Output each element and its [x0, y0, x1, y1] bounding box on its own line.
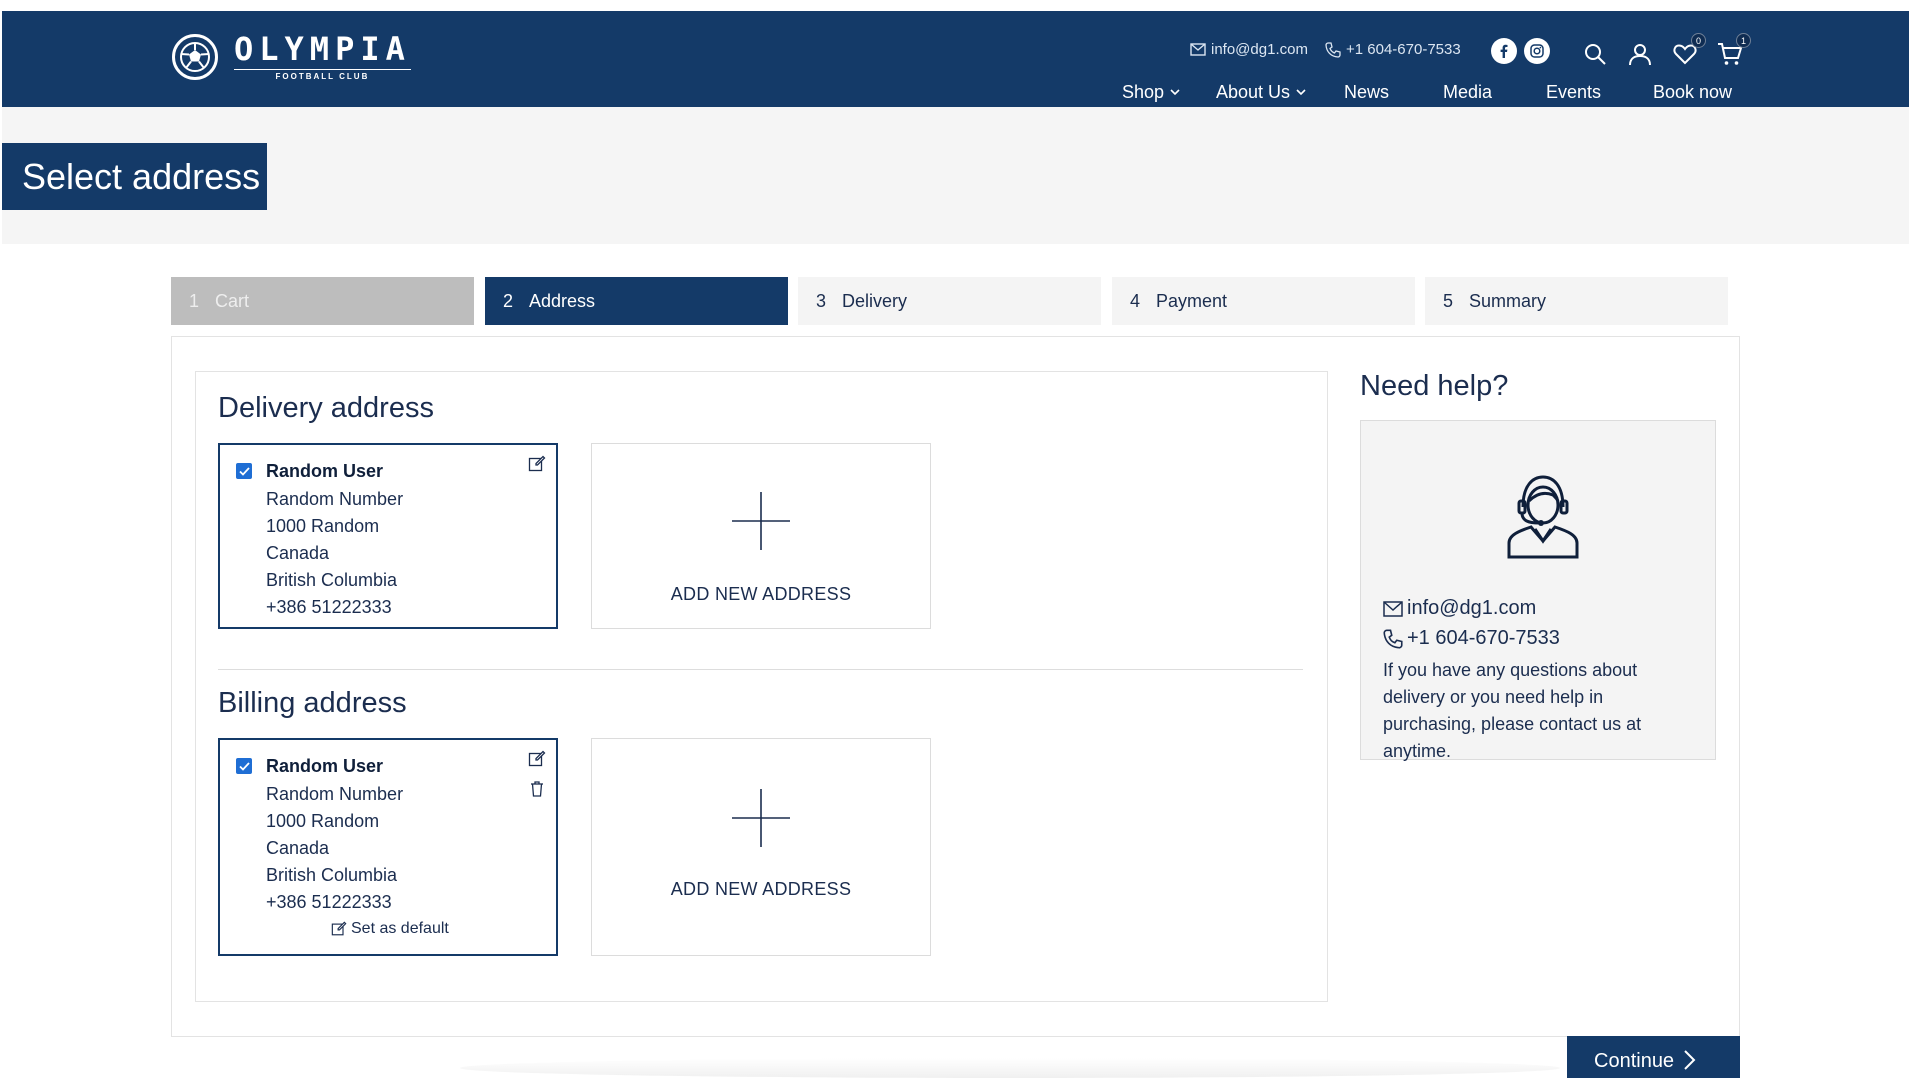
- address-line: +386 51222333: [266, 892, 392, 912]
- help-box: info@dg1.com +1 604-670-7533 If you have…: [1360, 420, 1716, 761]
- nav-item-events[interactable]: Events: [1546, 82, 1601, 103]
- help-email-link[interactable]: info@dg1.com: [1383, 597, 1536, 620]
- address-name: Random User: [266, 756, 384, 776]
- logo[interactable]: OLYMPIA FOOTBALL CLUB: [172, 33, 411, 81]
- chevron-right-icon: [1684, 1050, 1696, 1070]
- logo-name: OLYMPIA: [234, 30, 411, 68]
- nav-item-label: News: [1344, 82, 1390, 102]
- address-line: 1000 Random: [266, 811, 380, 831]
- user-account-icon[interactable]: [1625, 39, 1655, 69]
- header-email: info@dg1.com: [1211, 41, 1308, 58]
- set-as-default-link[interactable]: Set as default: [331, 920, 449, 938]
- delivery-address-title: Delivery address: [218, 392, 434, 424]
- nav-item-about-us[interactable]: About Us: [1216, 82, 1306, 103]
- footer-shadow: [460, 1058, 1560, 1078]
- address-line: British Columbia: [266, 865, 398, 885]
- delivery-address-card[interactable]: Random User Random Number 1000 Random Ca…: [218, 443, 558, 629]
- add-address-label: ADD NEW ADDRESS: [670, 584, 852, 604]
- step-number: 4: [1130, 290, 1141, 311]
- nav-item-label: Media: [1443, 82, 1493, 102]
- nav-item-book-now[interactable]: Book now: [1653, 82, 1732, 103]
- step-label: Delivery: [842, 290, 908, 311]
- address-line: 1000 Random: [266, 516, 380, 536]
- add-billing-address-button[interactable]: ADD NEW ADDRESS: [591, 738, 931, 956]
- cart-count-badge: 1: [1736, 33, 1751, 48]
- plus-icon: [732, 492, 790, 550]
- help-description: If you have any questions about delivery…: [1383, 660, 1642, 761]
- section-divider: [218, 669, 1303, 670]
- address-line: Random Number: [266, 489, 404, 509]
- logo-subtitle: FOOTBALL CLUB: [234, 69, 411, 81]
- phone-icon: [1325, 41, 1341, 58]
- address-line: British Columbia: [266, 570, 398, 590]
- facebook-icon[interactable]: [1491, 38, 1517, 64]
- nav-item-label: Shop: [1122, 82, 1165, 102]
- nav-item-media[interactable]: Media: [1443, 82, 1492, 103]
- phone-icon: [1383, 628, 1403, 649]
- checkout-step-delivery[interactable]: 3 Delivery: [798, 277, 1101, 325]
- nav-item-label: About Us: [1216, 82, 1291, 102]
- step-number: 5: [1443, 290, 1454, 311]
- checkout-step-address[interactable]: 2 Address: [485, 277, 788, 325]
- checkout-step-payment[interactable]: 4 Payment: [1112, 277, 1415, 325]
- mail-icon: [1190, 43, 1206, 56]
- club-crest-icon: [172, 34, 218, 80]
- step-number: 3: [816, 290, 827, 311]
- address-name: Random User: [266, 461, 384, 481]
- nav-item-label: Book now: [1653, 82, 1733, 102]
- continue-label: Continue: [1594, 1050, 1675, 1072]
- header-phone-link[interactable]: +1 604-670-7533: [1325, 41, 1461, 58]
- billing-address-checkbox[interactable]: [236, 758, 252, 774]
- address-line: Canada: [266, 543, 330, 563]
- chevron-down-icon: [1296, 89, 1306, 96]
- checkmark-icon: [238, 466, 250, 476]
- trash-icon[interactable]: [528, 780, 546, 798]
- step-label: Cart: [215, 290, 250, 311]
- delivery-address-checkbox[interactable]: [236, 463, 252, 479]
- search-icon[interactable]: [1580, 39, 1610, 69]
- add-delivery-address-button[interactable]: ADD NEW ADDRESS: [591, 443, 931, 629]
- address-line: Canada: [266, 838, 330, 858]
- step-label: Payment: [1156, 290, 1228, 311]
- cart-icon[interactable]: 1: [1715, 33, 1751, 69]
- help-phone: +1 604-670-7533: [1407, 627, 1560, 649]
- billing-address-title: Billing address: [218, 687, 407, 719]
- help-phone-link[interactable]: +1 604-670-7533: [1383, 627, 1560, 650]
- step-label: Address: [529, 290, 596, 311]
- instagram-icon[interactable]: [1524, 38, 1550, 64]
- page-title: Select address: [2, 143, 267, 210]
- mail-icon: [1383, 600, 1403, 617]
- plus-icon: [732, 789, 790, 847]
- wishlist-count-badge: 0: [1691, 33, 1706, 48]
- checkout-step-cart[interactable]: 1 Cart: [171, 277, 474, 325]
- header-email-link[interactable]: info@dg1.com: [1190, 41, 1308, 58]
- checkout-step-summary[interactable]: 5 Summary: [1425, 277, 1728, 325]
- add-address-label: ADD NEW ADDRESS: [670, 879, 852, 899]
- edit-icon[interactable]: [528, 455, 546, 473]
- page-header-band: [2, 107, 1909, 244]
- step-number: 2: [503, 290, 514, 311]
- need-help-title: Need help?: [1360, 370, 1509, 402]
- set-as-default-label: Set as default: [351, 920, 449, 937]
- step-label: Summary: [1469, 290, 1547, 311]
- step-number: 1: [189, 290, 200, 311]
- billing-address-card[interactable]: Random User Random Number 1000 Random Ca…: [218, 738, 558, 956]
- address-line: Random Number: [266, 784, 404, 804]
- edit-icon[interactable]: [528, 750, 546, 768]
- header-phone: +1 604-670-7533: [1346, 41, 1461, 58]
- wishlist-heart-icon[interactable]: 0: [1670, 33, 1706, 69]
- continue-button[interactable]: Continue: [1567, 1036, 1740, 1078]
- top-navbar: OLYMPIA FOOTBALL CLUB info@dg1.com +1 60…: [2, 11, 1909, 107]
- support-agent-icon: [1507, 475, 1579, 559]
- nav-item-shop[interactable]: Shop: [1122, 82, 1180, 103]
- address-line: +386 51222333: [266, 597, 392, 617]
- chevron-down-icon: [1170, 89, 1180, 96]
- nav-item-news[interactable]: News: [1344, 82, 1389, 103]
- help-email: info@dg1.com: [1407, 597, 1537, 619]
- edit-icon: [331, 921, 347, 936]
- checkmark-icon: [238, 761, 250, 771]
- nav-item-label: Events: [1546, 82, 1602, 102]
